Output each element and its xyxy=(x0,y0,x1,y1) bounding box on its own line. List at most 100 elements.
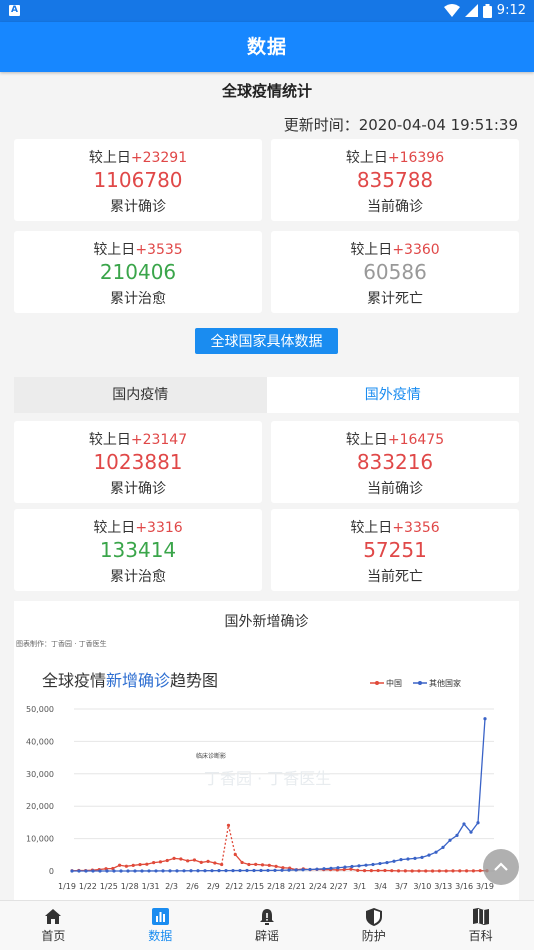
data-point-other xyxy=(427,853,431,857)
data-point-china xyxy=(471,869,475,873)
data-point-china xyxy=(240,860,244,865)
data-point-china xyxy=(165,858,169,863)
chevron-up-icon xyxy=(494,862,508,871)
stat-value: 210406 xyxy=(99,260,177,284)
global-card-total-confirmed: 较上日+23291 1106780 累计确诊 xyxy=(14,139,262,221)
data-point-other xyxy=(343,865,347,869)
x-tick-label: 3/10 xyxy=(413,882,431,891)
data-point-other xyxy=(322,867,326,871)
delta-value: +23291 xyxy=(130,150,188,166)
data-point-other xyxy=(350,864,354,869)
tab-foreign[interactable]: 国外疫情 xyxy=(266,377,519,413)
nav-home[interactable]: 首页 xyxy=(0,901,107,950)
chart-annotation: 临床诊断影 xyxy=(196,752,226,760)
data-point-other xyxy=(371,862,375,867)
wifi-icon xyxy=(443,4,460,17)
delta-value: +3316 xyxy=(135,520,183,536)
country-detail-button[interactable]: 全球国家具体数据 xyxy=(195,328,338,354)
legend-label: 其他国家 xyxy=(429,678,461,688)
data-point-china xyxy=(206,859,210,863)
data-point-other xyxy=(105,869,109,873)
data-point-china xyxy=(145,862,149,866)
data-point-china xyxy=(369,869,373,873)
data-point-china xyxy=(124,864,129,868)
stat-value: 60586 xyxy=(363,260,427,284)
foreign-card-current-deaths: 较上日+3356 57251 当前死亡 xyxy=(271,509,519,591)
clock: 9:12 xyxy=(496,3,526,18)
delta-value: +3356 xyxy=(392,520,440,536)
signal-icon xyxy=(464,4,478,17)
stat-label: 累计治愈 xyxy=(110,569,166,585)
nav-rumor[interactable]: 辟谣 xyxy=(214,901,321,950)
stat-label: 累计死亡 xyxy=(367,291,423,307)
data-point-china xyxy=(274,864,278,868)
data-point-other xyxy=(441,845,445,849)
data-point-china xyxy=(390,869,394,873)
data-point-china xyxy=(478,869,482,873)
nav-wiki[interactable]: 百科 xyxy=(427,901,534,950)
global-stats-title: 全球疫情统计 xyxy=(221,82,312,100)
nav-data[interactable]: 数据 xyxy=(107,901,214,950)
data-point-china xyxy=(152,861,156,865)
data-point-other xyxy=(91,869,95,873)
data-point-other xyxy=(392,859,396,863)
data-point-other xyxy=(224,869,228,873)
stat-value: 133414 xyxy=(99,538,177,562)
data-point-china xyxy=(254,862,258,866)
bottom-navigation: 首页 数据 辟谣 防护 百科 xyxy=(0,900,534,950)
foreign-card-total-confirmed: 较上日+23147 1023881 累计确诊 xyxy=(14,421,262,503)
data-point-other xyxy=(182,869,186,873)
data-point-other xyxy=(245,868,249,873)
data-point-china xyxy=(226,823,231,827)
data-point-china xyxy=(437,869,441,873)
data-point-china xyxy=(417,869,421,873)
data-point-other xyxy=(98,869,102,873)
data-point-china xyxy=(192,858,197,862)
x-tick-label: 2/24 xyxy=(309,882,327,891)
data-point-other xyxy=(483,717,487,721)
data-point-other xyxy=(357,864,361,868)
chart-icon xyxy=(151,908,169,925)
system-indicators: 9:12 xyxy=(443,3,526,18)
data-point-other xyxy=(336,866,340,870)
data-point-china xyxy=(267,863,271,867)
x-tick-label: 2/21 xyxy=(288,882,306,891)
stat-value: 57251 xyxy=(363,538,427,562)
global-card-current-confirmed: 较上日+16396 835788 当前确诊 xyxy=(271,139,519,221)
x-tick-label: 2/18 xyxy=(267,882,285,891)
stat-label: 当前确诊 xyxy=(367,199,423,215)
data-point-other xyxy=(385,860,389,865)
delta-value: +16475 xyxy=(387,432,445,448)
data-point-other xyxy=(168,869,172,873)
data-point-china xyxy=(158,860,163,864)
data-point-other xyxy=(308,867,312,872)
stat-label: 当前死亡 xyxy=(367,569,423,585)
foreign-card-total-cured: 较上日+3316 133414 累计治愈 xyxy=(14,509,262,591)
legend-marker xyxy=(375,681,379,685)
delta-value: +3360 xyxy=(392,242,440,258)
app-notification-icon: A xyxy=(9,5,20,16)
data-point-china xyxy=(444,869,448,873)
data-point-china xyxy=(383,868,387,873)
data-point-other xyxy=(112,869,116,873)
battery-icon xyxy=(482,3,492,18)
series-spike-china xyxy=(221,825,236,865)
data-point-china xyxy=(220,862,224,867)
data-point-china xyxy=(376,868,380,873)
data-point-other xyxy=(84,869,88,873)
data-point-other xyxy=(280,868,284,872)
update-time: 更新时间：2020-04-04 19:51:39 xyxy=(283,116,518,134)
data-point-china xyxy=(430,869,435,873)
trend-line-chart: 010,00020,00030,00040,00050,0001/19 1/22 1… xyxy=(26,678,494,891)
stat-value: 833216 xyxy=(356,450,434,474)
tab-domestic[interactable]: 国内疫情 xyxy=(14,377,267,413)
nav-protection[interactable]: 防护 xyxy=(320,901,427,950)
stat-label: 累计治愈 xyxy=(110,291,166,307)
data-point-other xyxy=(301,868,305,872)
data-point-china xyxy=(356,868,360,872)
x-tick-label: 2/15 xyxy=(246,882,264,891)
scroll-top-button[interactable] xyxy=(483,849,519,885)
data-point-china xyxy=(247,862,251,867)
data-point-china xyxy=(179,857,183,861)
data-point-other xyxy=(126,869,130,873)
